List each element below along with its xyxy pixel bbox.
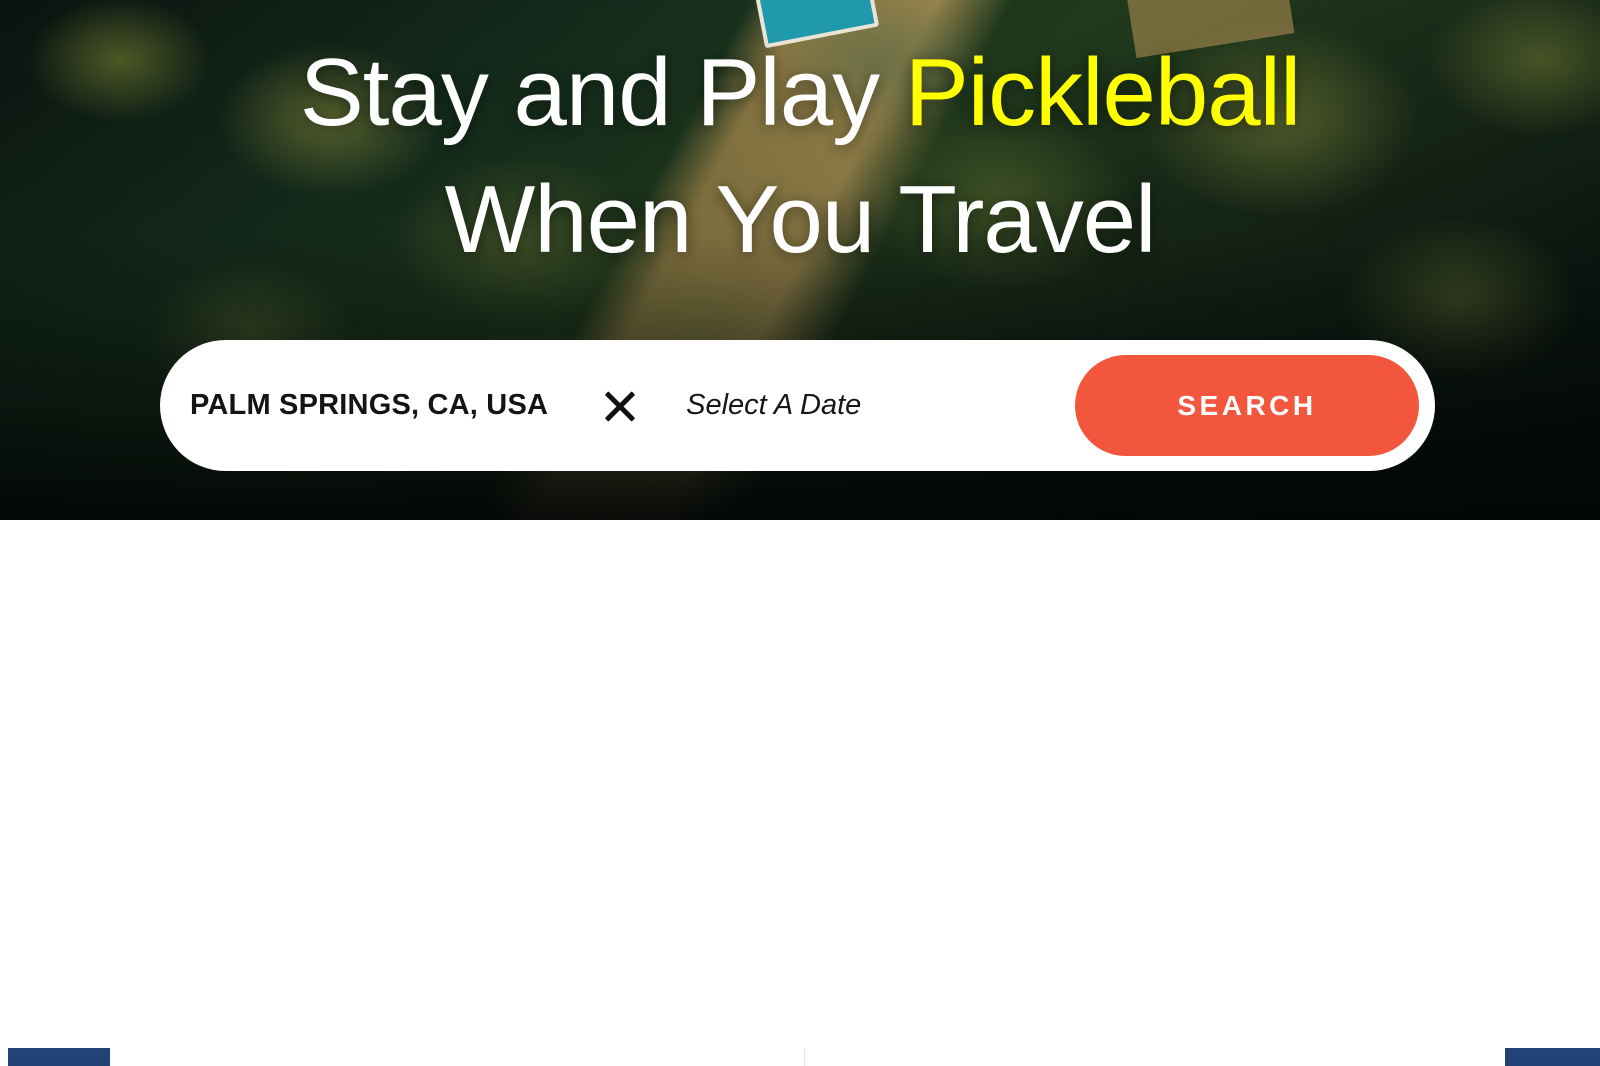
- decorative-sky-panel-left: 9: [8, 1048, 116, 1066]
- hero-headline: Stay and Play Pickleball When You Travel: [0, 30, 1600, 283]
- hero-headline-highlight: Pickleball: [904, 39, 1302, 146]
- search-bar: PALM SPRINGS, CA, USA Select A Date SEAR…: [160, 340, 1435, 471]
- month-panel-september: SEPTEMBER 2024 SUN MON TUE WED THU FRI S…: [110, 1048, 790, 1066]
- month-title: SEPTEMBER 2024: [122, 1048, 778, 1066]
- search-button[interactable]: SEARCH: [1075, 355, 1419, 456]
- month-title: OCTOBER 2024: [831, 1048, 1472, 1066]
- hero-banner: Stay and Play Pickleball When You Travel…: [0, 0, 1600, 520]
- location-input[interactable]: PALM SPRINGS, CA, USA: [190, 389, 548, 422]
- hero-headline-line1-plain: Stay and Play: [299, 39, 905, 146]
- date-picker-popover: SEPTEMBER 2024 SUN MON TUE WED THU FRI S…: [110, 1048, 1500, 1066]
- page-body-backdrop: 9 SEPTEMBER 2024 SUN MON TUE WED THU FRI…: [0, 520, 1600, 1066]
- page-root: Stay and Play Pickleball When You Travel…: [0, 0, 1600, 1066]
- close-x-icon[interactable]: [598, 384, 642, 428]
- month-panel-october: › OCTOBER 2024 SUN MON TUE WED THU FRI S…: [804, 1048, 1484, 1066]
- hero-headline-line2: When You Travel: [444, 165, 1157, 273]
- decorative-sky-panel-right: [1505, 1048, 1600, 1066]
- date-input[interactable]: Select A Date: [686, 389, 1075, 422]
